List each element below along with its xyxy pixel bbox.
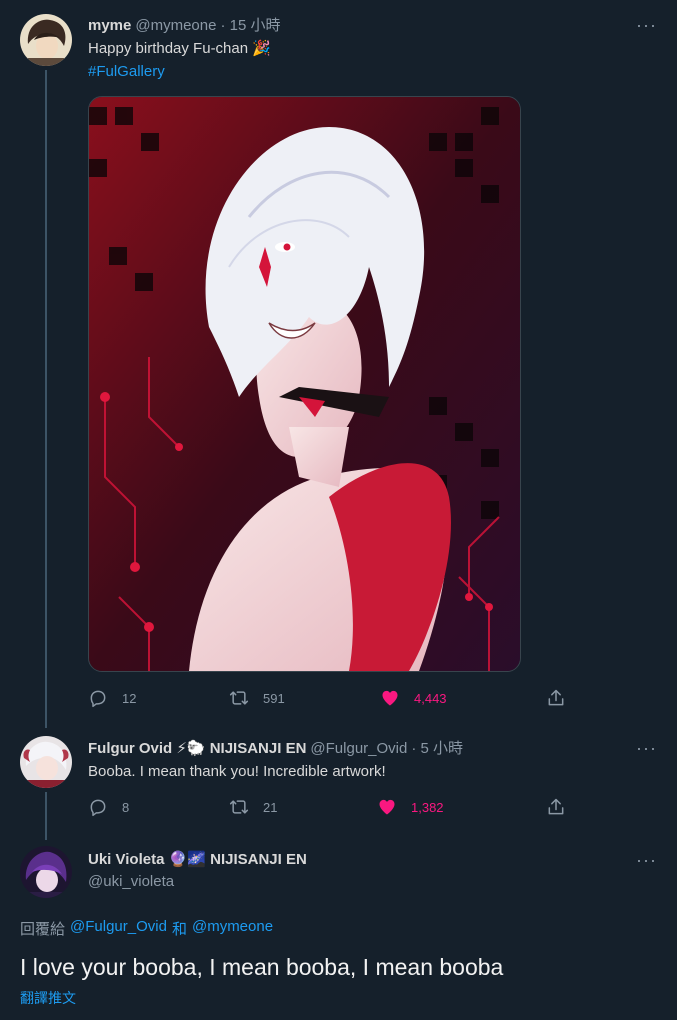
tweet1-reply-action[interactable]: 12	[88, 688, 136, 708]
replying-to-and: 和	[171, 921, 187, 938]
tweet1-display-name[interactable]: myme	[88, 17, 131, 34]
thread-line	[45, 70, 47, 728]
heart-icon	[382, 690, 398, 706]
replying-to-user-mymeone[interactable]: @mymeone	[192, 918, 273, 939]
tweet1-more-menu[interactable]: ···	[636, 16, 657, 34]
tweet1-hashtag[interactable]: #FulGallery	[88, 63, 165, 80]
tweet1-retweet-count: 591	[263, 690, 285, 706]
tweet2-reply-count: 8	[122, 799, 130, 815]
tweet1-retweet-action[interactable]: 591	[229, 688, 285, 708]
tweet2-reply-action[interactable]: 8	[88, 797, 129, 817]
tweet2-handle[interactable]: @Fulgur_Ovid	[310, 740, 407, 757]
reply-icon	[90, 799, 106, 817]
tweet3-more-menu[interactable]: ···	[636, 851, 657, 869]
translate-tweet-link[interactable]: 翻譯推文	[20, 988, 76, 1008]
tweet3-display-name[interactable]: Uki Violeta 🔮🌌 NIJISANJI EN	[88, 851, 307, 868]
thread-line	[45, 792, 47, 840]
tweet1-like-action[interactable]: 4,443	[380, 688, 447, 708]
tweet3-text: I love your booba, I mean booba, I mean …	[20, 954, 504, 980]
tweet2-text: Booba. I mean thank you! Incredible artw…	[88, 763, 386, 780]
tweet1-handle[interactable]: @mymeone	[135, 17, 216, 34]
tweet2-retweet-action[interactable]: 21	[229, 797, 277, 817]
tweet2-retweet-count: 21	[263, 799, 278, 815]
reply-icon	[90, 690, 106, 708]
avatar-myme[interactable]	[20, 14, 72, 66]
tweet2-more-menu[interactable]: ···	[636, 739, 657, 757]
retweet-icon	[229, 800, 249, 814]
avatar-uki-violeta[interactable]	[20, 846, 72, 898]
share-icon	[548, 689, 564, 706]
share-icon	[548, 798, 564, 815]
tweet2-display-name[interactable]: Fulgur Ovid ⚡🐑 NIJISANJI EN	[88, 739, 306, 757]
heart-icon	[379, 799, 395, 815]
tweet1-timestamp[interactable]: · 15 小時	[220, 14, 280, 35]
retweet-icon	[229, 691, 249, 705]
tweet2-timestamp[interactable]: · 5 小時	[411, 737, 463, 758]
tweet1-text: Happy birthday Fu-chan 🎉	[88, 40, 271, 57]
tweet2-share-action[interactable]	[546, 797, 566, 817]
replying-to-label: 回覆給	[20, 921, 66, 938]
tweet2-like-count: 1,382	[411, 799, 444, 815]
tweet3-handle[interactable]: @uki_violeta	[88, 873, 174, 890]
avatar-fulgur-ovid[interactable]	[20, 736, 72, 788]
tweet1-reply-count: 12	[122, 690, 137, 706]
tweet2-like-action[interactable]: 1,382	[377, 797, 444, 817]
tweet1-like-count: 4,443	[414, 690, 447, 706]
replying-to-user-fulgur[interactable]: @Fulgur_Ovid	[70, 918, 167, 939]
tweet1-image[interactable]	[88, 96, 521, 672]
tweet1-share-action[interactable]	[546, 688, 566, 708]
